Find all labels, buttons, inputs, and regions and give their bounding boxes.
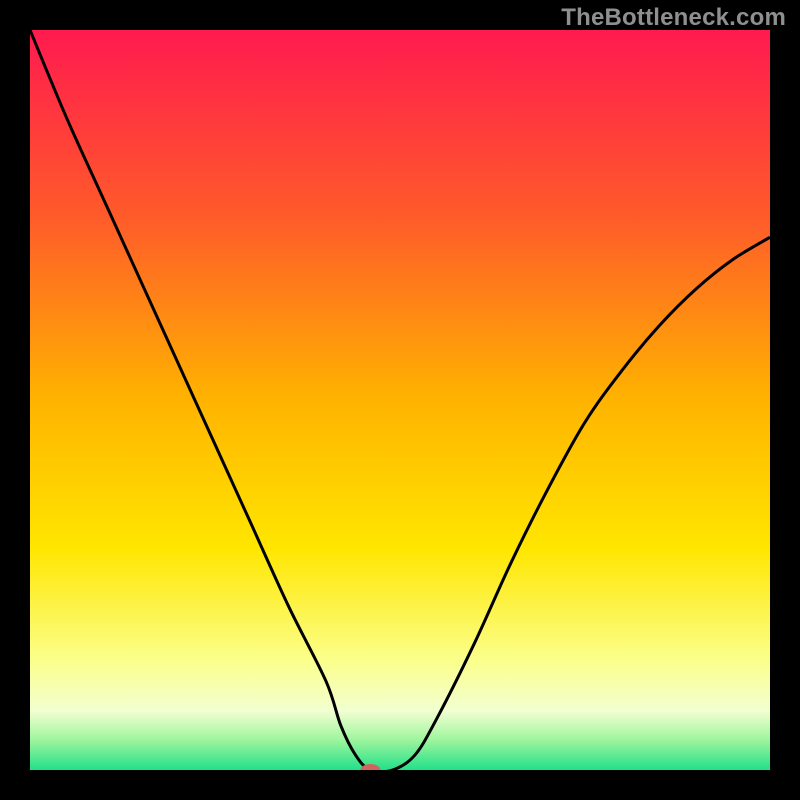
gradient-background — [30, 30, 770, 770]
chart-frame: TheBottleneck.com — [0, 0, 800, 800]
watermark-text: TheBottleneck.com — [561, 4, 786, 32]
bottleneck-chart — [30, 30, 770, 770]
